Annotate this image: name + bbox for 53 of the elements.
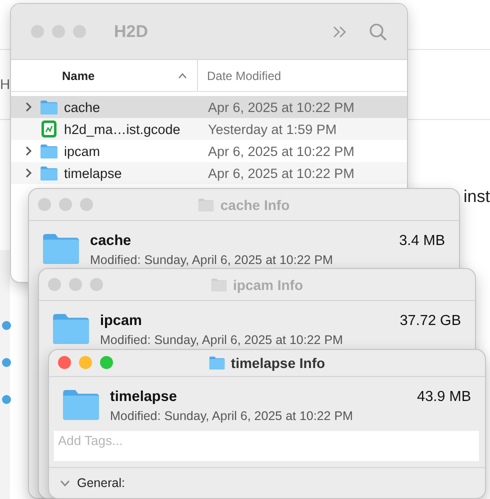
folder-icon (40, 166, 58, 180)
title-folder-icon (208, 356, 225, 370)
column-header[interactable]: Date Modified (207, 68, 282, 82)
window-title: ipcam Info (232, 276, 303, 292)
file-name[interactable]: cache (64, 100, 208, 114)
tags-field[interactable]: Add Tags... (54, 430, 479, 461)
file-name[interactable]: h2d_ma…ist.gcode (64, 122, 208, 136)
date-modified: Yesterday at 1:59 PM (208, 122, 337, 136)
chevron-right-icon[interactable] (24, 168, 32, 178)
minimize-button[interactable] (69, 278, 82, 291)
folder-icon (42, 233, 80, 265)
search-icon[interactable] (369, 22, 387, 40)
folder-name: timelapse (110, 388, 178, 405)
folder-icon (40, 144, 58, 158)
date-modified: Apr 6, 2025 at 10:22 PM (208, 144, 354, 158)
section-label[interactable]: General: (77, 476, 125, 490)
window-title: H2D (114, 22, 150, 42)
zoom-button[interactable] (100, 356, 113, 370)
date-modified: Apr 6, 2025 at 10:22 PM (208, 100, 354, 114)
title-folder-icon (210, 278, 227, 292)
title-folder-icon (198, 198, 214, 212)
chevron-right-icon[interactable] (24, 102, 32, 112)
modified-date: Modified: Sunday, April 6, 2025 at 10:22 PM (100, 333, 344, 347)
column-header[interactable]: Name (62, 68, 95, 82)
minimize-button[interactable] (59, 198, 72, 211)
folder-size: 43.9 MB (417, 388, 471, 405)
close-button[interactable] (38, 198, 51, 211)
double-chevron-icon[interactable] (333, 26, 347, 38)
zoom-button[interactable] (80, 198, 93, 211)
window-title: timelapse Info (230, 354, 326, 371)
folder-icon (40, 100, 58, 114)
window-title: cache Info (220, 196, 290, 212)
close-button[interactable] (48, 278, 61, 291)
file-name[interactable]: timelapse (64, 166, 208, 180)
folder-size: 37.72 GB (400, 313, 461, 329)
folder-icon (52, 313, 90, 345)
zoom-button[interactable] (90, 278, 103, 291)
chevron-right-icon[interactable] (24, 146, 32, 156)
modified-date: Modified: Sunday, April 6, 2025 at 10:22 PM (110, 408, 354, 423)
close-button[interactable] (58, 356, 71, 370)
file-name[interactable]: ipcam (64, 144, 208, 158)
folder-name: cache (90, 233, 132, 249)
modified-date: Modified: Sunday, April 6, 2025 at 10:22 PM (90, 253, 334, 267)
page-text: H (0, 76, 10, 92)
sort-caret-icon[interactable] (178, 72, 187, 78)
date-modified: Apr 6, 2025 at 10:22 PM (208, 166, 354, 180)
folder-name: ipcam (100, 313, 143, 329)
folder-size: 3.4 MB (399, 233, 445, 249)
selected-row-highlight[interactable]: cache Apr 6, 2025 at 10:22 PM (11, 96, 407, 118)
chevron-down-icon[interactable] (60, 480, 70, 486)
page-text: inst (464, 187, 490, 207)
minimize-button[interactable] (79, 356, 92, 370)
folder-icon (62, 388, 100, 421)
